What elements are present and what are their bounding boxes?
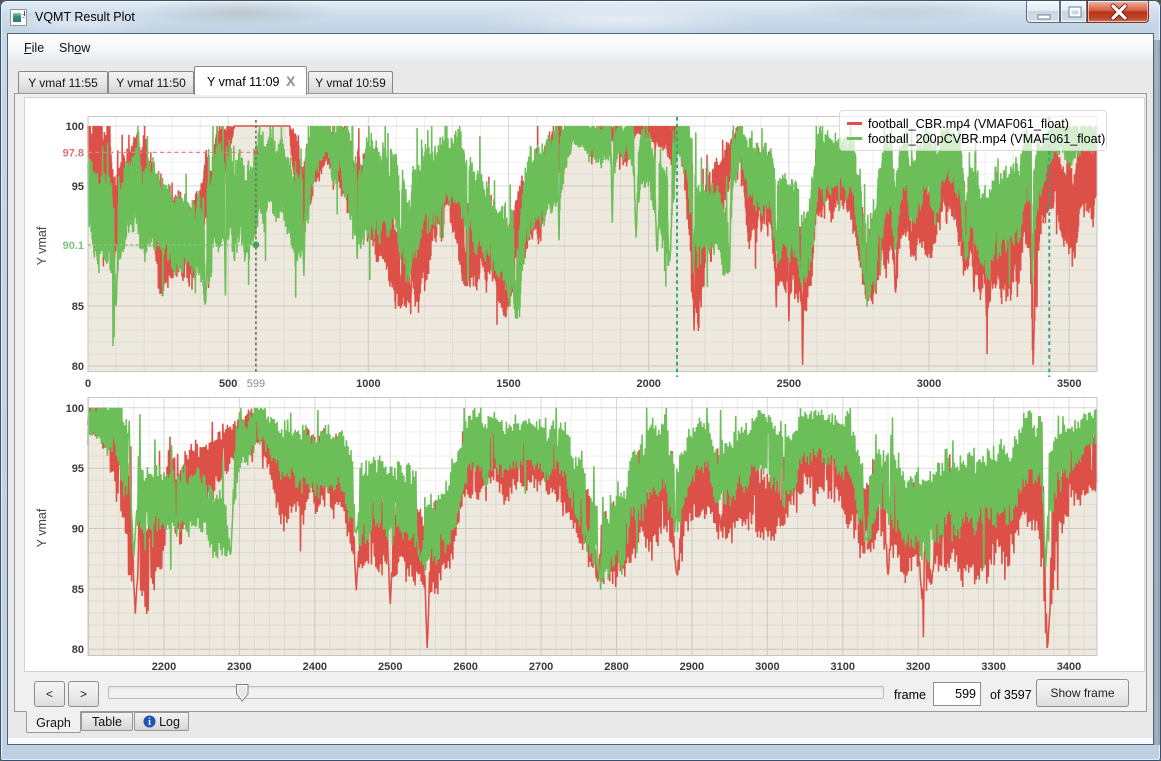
svg-text:2000: 2000 [636, 378, 660, 390]
svg-text:3100: 3100 [831, 661, 855, 673]
svg-text:100: 100 [66, 403, 84, 415]
svg-text:90.1: 90.1 [63, 240, 84, 252]
svg-text:0: 0 [85, 378, 91, 390]
svg-text:85: 85 [72, 584, 84, 596]
svg-text:2900: 2900 [680, 661, 704, 673]
svg-text:95: 95 [72, 181, 84, 193]
svg-text:3200: 3200 [906, 661, 930, 673]
svg-text:500: 500 [219, 378, 237, 390]
svg-text:1000: 1000 [356, 378, 380, 390]
svg-text:2500: 2500 [777, 378, 801, 390]
svg-text:95: 95 [72, 463, 84, 475]
svg-text:2800: 2800 [604, 661, 628, 673]
svg-text:3500: 3500 [1057, 378, 1081, 390]
svg-text:3400: 3400 [1057, 661, 1081, 673]
svg-text:Y vmaf: Y vmaf [35, 226, 49, 265]
svg-text:80: 80 [72, 361, 84, 373]
svg-text:90: 90 [72, 524, 84, 536]
svg-text:2500: 2500 [378, 661, 402, 673]
svg-text:80: 80 [72, 644, 84, 656]
svg-text:3000: 3000 [755, 661, 779, 673]
svg-text:2600: 2600 [453, 661, 477, 673]
svg-text:2300: 2300 [227, 661, 251, 673]
svg-text:3300: 3300 [981, 661, 1005, 673]
svg-text:3000: 3000 [917, 378, 941, 390]
svg-text:100: 100 [66, 121, 84, 133]
svg-text:1500: 1500 [496, 378, 520, 390]
svg-text:599: 599 [247, 378, 265, 390]
svg-text:2200: 2200 [152, 661, 176, 673]
svg-text:85: 85 [72, 301, 84, 313]
svg-text:2400: 2400 [303, 661, 327, 673]
svg-text:i: i [148, 717, 151, 728]
svg-text:97.8: 97.8 [63, 147, 84, 159]
svg-text:Y vmaf: Y vmaf [35, 508, 49, 547]
svg-text:2700: 2700 [529, 661, 553, 673]
